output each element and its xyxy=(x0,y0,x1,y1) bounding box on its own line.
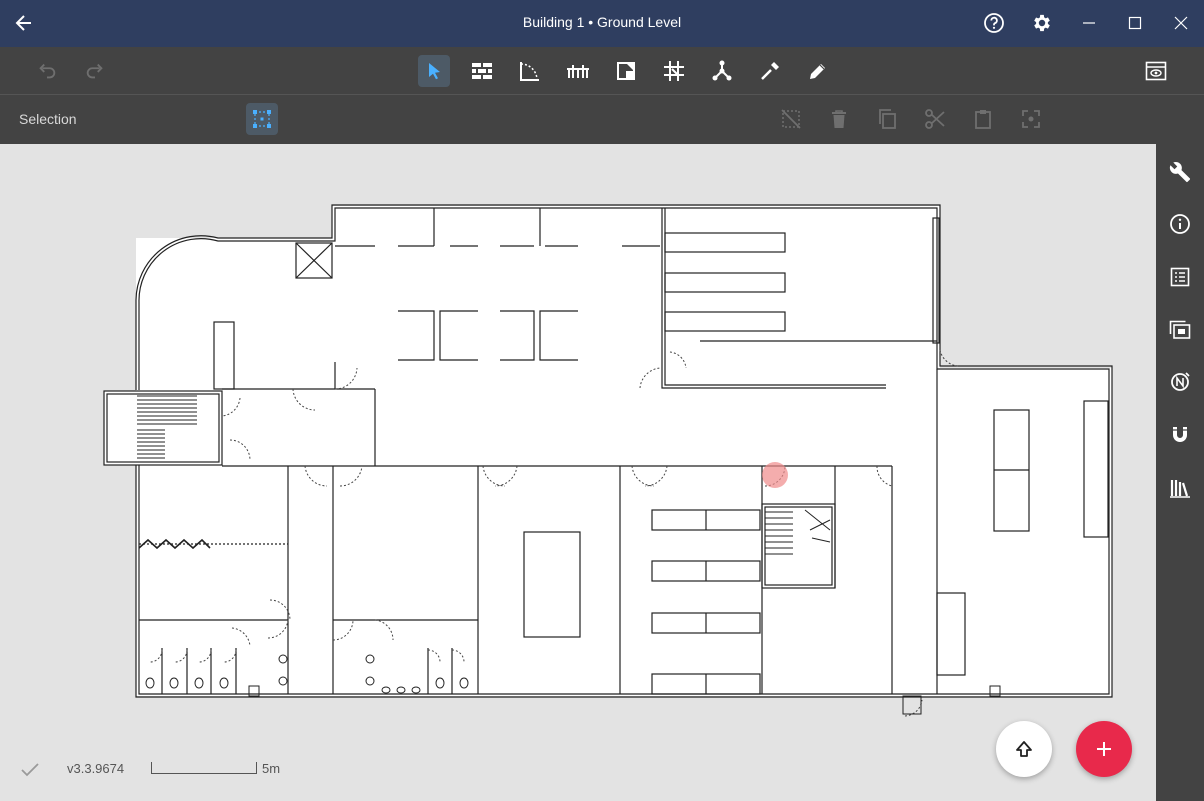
undo-icon[interactable] xyxy=(31,55,63,87)
help-icon[interactable] xyxy=(979,9,1009,37)
wall-icon[interactable] xyxy=(466,55,498,87)
scale-label: 5m xyxy=(262,761,281,776)
deselect-icon[interactable] xyxy=(775,103,807,135)
cut-icon[interactable] xyxy=(919,103,951,135)
focus-icon[interactable] xyxy=(1015,103,1047,135)
mode-label: Selection xyxy=(19,111,77,127)
selection-toolbar: Selection xyxy=(0,95,1204,144)
status-check-icon xyxy=(20,758,40,782)
plus-icon xyxy=(1097,742,1111,756)
redo-icon[interactable] xyxy=(79,55,111,87)
view-mode-icon[interactable] xyxy=(1140,55,1172,87)
selection-box-icon[interactable] xyxy=(246,103,278,135)
scale-bar xyxy=(151,762,257,774)
measure-icon[interactable] xyxy=(754,55,786,87)
main-toolbar xyxy=(0,47,1204,95)
floor-plan-canvas[interactable] xyxy=(0,144,1156,801)
maximize-icon[interactable] xyxy=(1120,9,1150,37)
paste-icon[interactable] xyxy=(967,103,999,135)
info-icon[interactable] xyxy=(1164,208,1196,240)
furniture-icon[interactable] xyxy=(562,55,594,87)
grid-snap-icon[interactable] xyxy=(658,55,690,87)
right-sidebar xyxy=(1156,144,1204,801)
select-pointer-icon[interactable] xyxy=(418,55,450,87)
level-up-button[interactable] xyxy=(996,721,1052,777)
delete-icon[interactable] xyxy=(823,103,855,135)
pencil-icon[interactable] xyxy=(802,55,834,87)
list-icon[interactable] xyxy=(1164,261,1196,293)
minimize-icon[interactable] xyxy=(1074,9,1104,37)
compass-icon[interactable] xyxy=(1164,366,1196,398)
arrow-up-outline-icon xyxy=(1016,741,1032,757)
version-label: v3.3.9674 xyxy=(67,761,125,776)
floor-plan xyxy=(103,204,1113,717)
page-title: Building 1 • Ground Level xyxy=(522,14,682,30)
node-icon[interactable] xyxy=(706,55,738,87)
title-bar: Building 1 • Ground Level xyxy=(0,0,1204,47)
add-button[interactable] xyxy=(1076,721,1132,777)
room-shape-icon[interactable] xyxy=(514,55,546,87)
magnet-icon[interactable] xyxy=(1164,419,1196,451)
wrench-icon[interactable] xyxy=(1164,156,1196,188)
library-icon[interactable] xyxy=(1164,472,1196,504)
area-icon[interactable] xyxy=(610,55,642,87)
gear-icon[interactable] xyxy=(1027,9,1057,37)
close-icon[interactable] xyxy=(1166,9,1196,37)
layers-icon[interactable] xyxy=(1164,314,1196,346)
copy-icon[interactable] xyxy=(871,103,903,135)
